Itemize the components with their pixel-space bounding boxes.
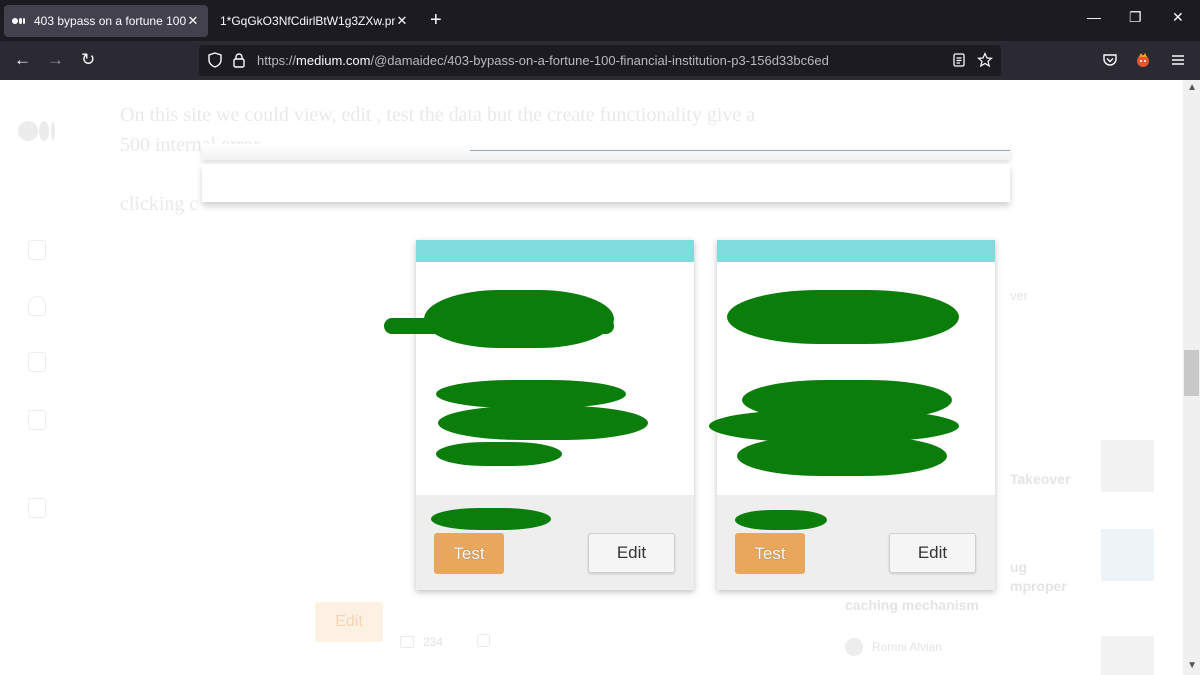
redacted-card: Test Edit xyxy=(384,240,694,590)
story-thumbnail[interactable] xyxy=(1101,440,1154,492)
story-thumbnail[interactable] xyxy=(1101,636,1154,675)
url-scheme: https:// xyxy=(257,53,297,68)
redaction-mark xyxy=(436,442,562,466)
write-icon[interactable] xyxy=(28,498,46,518)
url-text[interactable]: https://medium.com/@damaidec/403-bypass-… xyxy=(257,53,829,68)
scroll-down-icon[interactable]: ▼ xyxy=(1187,660,1197,671)
tab-close-icon[interactable]: ✕ xyxy=(186,13,200,29)
article-paragraph-line: On this site we could view, edit , test … xyxy=(120,104,756,126)
address-bar[interactable]: https://medium.com/@damaidec/403-bypass-… xyxy=(199,45,1001,76)
tab-title: 403 bypass on a fortune 100 fin xyxy=(34,14,186,28)
extension-icon[interactable] xyxy=(1135,52,1151,68)
card-header xyxy=(416,240,694,262)
medium-favicon-icon xyxy=(12,16,28,26)
bookmark-star-icon[interactable] xyxy=(977,52,993,68)
pocket-icon[interactable] xyxy=(1102,52,1118,68)
tab-bar: 403 bypass on a fortune 100 fin ✕ 1*GqGk… xyxy=(0,0,1200,41)
tab-image[interactable]: 1*GqGkO3NfCdirlBtW1g3ZXw.png ( ✕ xyxy=(212,5,417,37)
redaction-mark xyxy=(384,318,614,334)
redaction-mark xyxy=(436,380,626,408)
clap-count: 234 xyxy=(423,635,444,649)
card-header xyxy=(717,240,995,262)
edit-button[interactable]: Edit xyxy=(889,533,976,573)
redaction-mark xyxy=(727,290,959,344)
shield-icon[interactable] xyxy=(207,52,223,68)
sidebar-story-title[interactable]: ug xyxy=(1010,559,1027,575)
redaction-mark xyxy=(735,510,827,530)
tab-article[interactable]: 403 bypass on a fortune 100 fin ✕ xyxy=(4,5,208,37)
window-close-button[interactable]: ✕ xyxy=(1172,9,1184,26)
embedded-image-strip xyxy=(202,164,1010,202)
test-button[interactable]: Test xyxy=(735,533,805,574)
avatar[interactable] xyxy=(845,638,863,656)
forward-button[interactable]: → xyxy=(47,50,64,70)
reload-button[interactable]: ↻ xyxy=(81,50,95,70)
edit-button[interactable]: Edit xyxy=(588,533,675,573)
redaction-mark xyxy=(438,406,648,440)
lists-icon[interactable] xyxy=(28,352,46,372)
scrollbar[interactable]: ▲ ▼ xyxy=(1183,80,1200,675)
page-content: On this site we could view, edit , test … xyxy=(0,80,1200,675)
notifications-icon[interactable] xyxy=(28,296,46,316)
author-name[interactable]: Romni Alvian xyxy=(872,640,942,654)
stories-icon[interactable] xyxy=(28,410,46,430)
redaction-mark xyxy=(737,436,947,476)
back-button[interactable]: ← xyxy=(14,50,31,70)
minimize-button[interactable]: — xyxy=(1087,9,1101,25)
redacted-card: Test Edit xyxy=(709,240,995,590)
article-paragraph-fragment: clicking c xyxy=(120,193,199,215)
nav-bar: ← → ↻ https://medium.com/@damaidec/403-b… xyxy=(0,41,1200,80)
tab-title: 1*GqGkO3NfCdirlBtW1g3ZXw.png ( xyxy=(220,14,395,28)
faded-edit-button: Edit xyxy=(315,602,383,642)
reader-view-icon[interactable] xyxy=(951,52,967,68)
lock-icon[interactable] xyxy=(231,52,247,68)
clap-icon[interactable] xyxy=(400,636,414,648)
scroll-up-icon[interactable]: ▲ xyxy=(1187,82,1197,93)
sidebar-story-title[interactable]: Takeover xyxy=(1010,471,1070,487)
divider xyxy=(470,150,1010,151)
tab-close-icon[interactable]: ✕ xyxy=(395,13,409,29)
story-thumbnail[interactable] xyxy=(1101,529,1154,581)
menu-icon[interactable] xyxy=(1170,52,1186,68)
url-domain: medium.com xyxy=(296,53,371,68)
redaction-mark xyxy=(431,508,551,530)
test-button[interactable]: Test xyxy=(434,533,504,574)
home-icon[interactable] xyxy=(28,240,46,260)
scrollbar-thumb[interactable] xyxy=(1184,350,1199,396)
restore-button[interactable]: ❐ xyxy=(1129,9,1142,26)
new-tab-button[interactable]: + xyxy=(430,8,442,32)
sidebar-story-title[interactable]: mproper xyxy=(1010,578,1067,594)
url-path: /@damaidec/403-bypass-on-a-fortune-100-f… xyxy=(370,53,829,68)
sidebar-text: ver xyxy=(1010,288,1029,303)
comment-icon[interactable] xyxy=(477,634,490,647)
embedded-image-strip xyxy=(202,144,1010,160)
medium-logo-icon[interactable] xyxy=(18,120,58,142)
sidebar-story-title[interactable]: caching mechanism xyxy=(845,597,979,613)
